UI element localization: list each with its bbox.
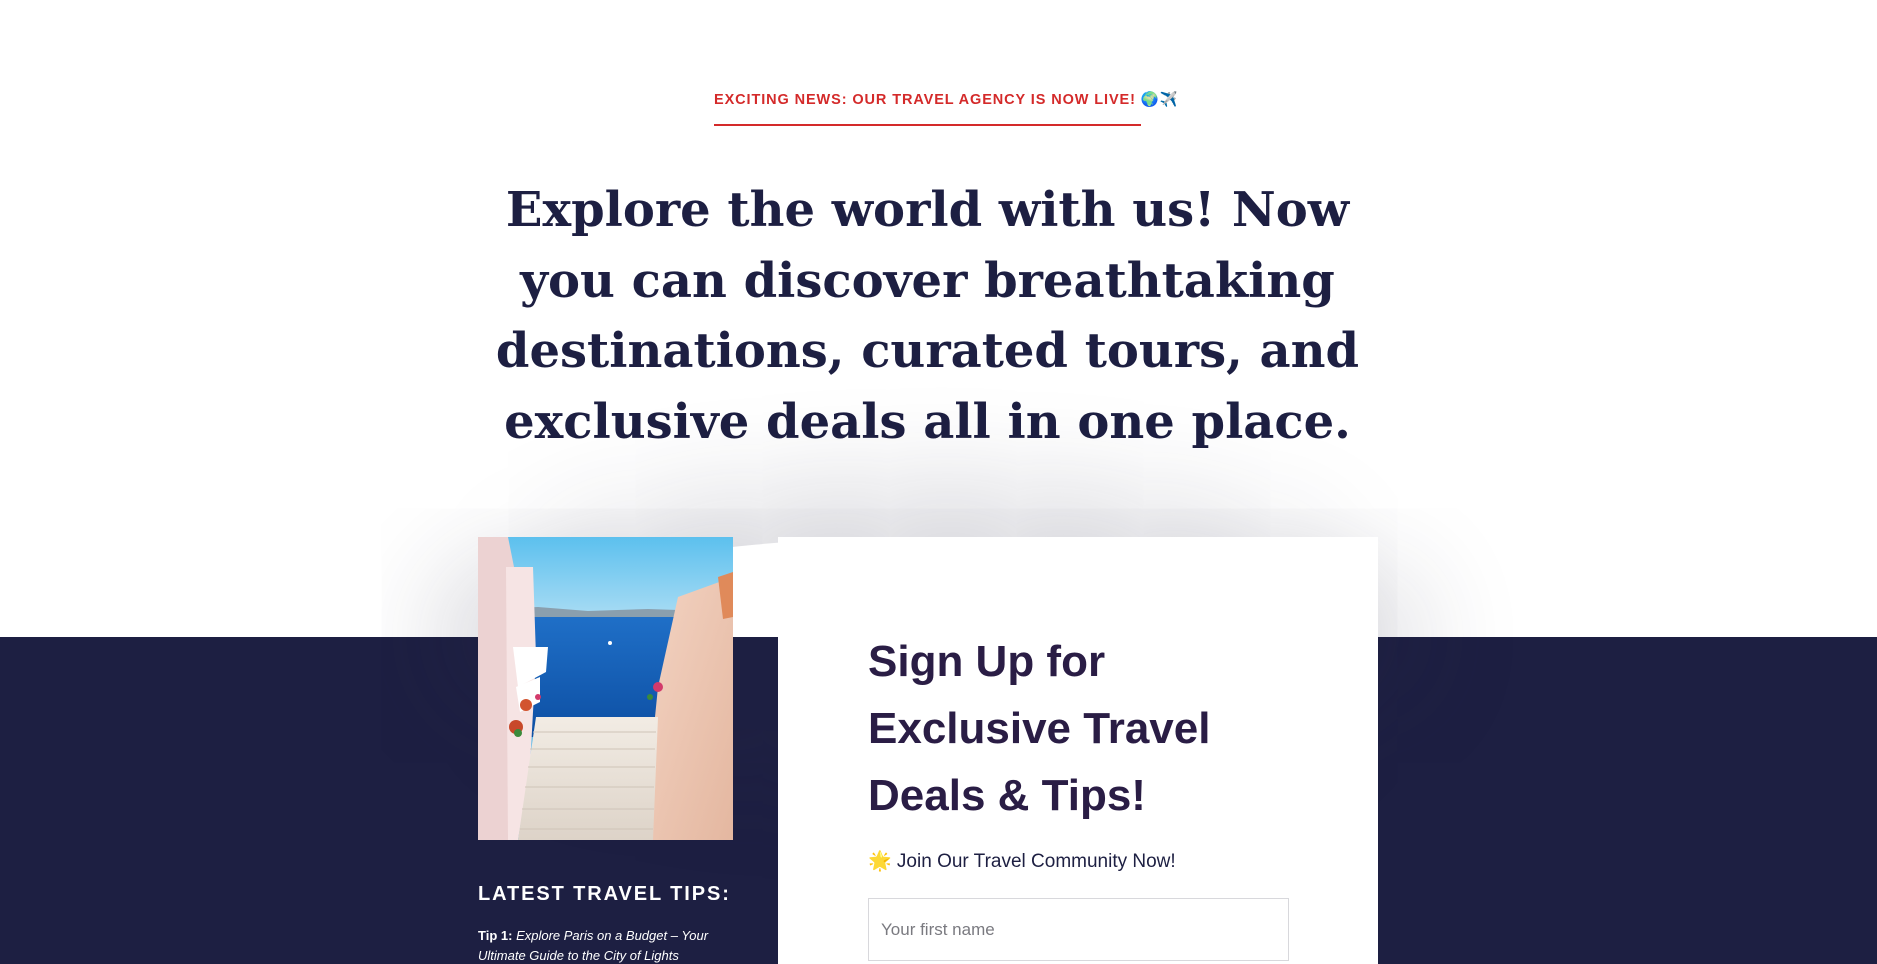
page: EXCITING NEWS: OUR TRAVEL AGENCY IS NOW … [0,0,1877,964]
tip-item[interactable]: Tip 1: Explore Paris on a Budget – Your … [478,926,748,964]
community-subtitle: 🌟 Join Our Travel Community Now! [868,851,1176,872]
santorini-stairs-photo [478,537,733,840]
tip-text: Explore Paris on a Budget – Your Ultimat… [478,928,709,963]
latest-tips-heading: LATEST TRAVEL TIPS: [478,883,731,905]
announcement-text: EXCITING NEWS: OUR TRAVEL AGENCY IS NOW … [714,92,1179,108]
first-name-input[interactable] [868,898,1289,961]
tip-label: Tip 1: [478,928,513,943]
signup-card: Sign Up for Exclusive Travel Deals & Tip… [778,537,1378,964]
hero-title: Explore the world with us! Now you can d… [495,182,1360,450]
signup-title: Sign Up for Exclusive Travel Deals & Tip… [868,637,1211,820]
announcement-banner: EXCITING NEWS: OUR TRAVEL AGENCY IS NOW … [714,90,1178,126]
